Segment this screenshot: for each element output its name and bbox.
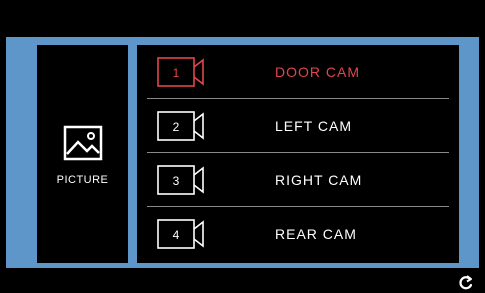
top-bar xyxy=(0,0,485,37)
camera-item-left[interactable]: 2 LEFT CAM xyxy=(147,99,449,153)
image-icon xyxy=(63,125,102,161)
svg-text:4: 4 xyxy=(173,228,180,242)
svg-text:3: 3 xyxy=(173,174,180,188)
camera-1-icon: 1 xyxy=(157,57,204,87)
camera-label: LEFT CAM xyxy=(275,118,352,134)
camera-4-icon: 4 xyxy=(157,219,204,249)
camera-list: 1 DOOR CAM 2 LEFT CAM 3 RIGHT CAM 4 REAR… xyxy=(137,45,459,263)
camera-2-icon: 2 xyxy=(157,111,204,141)
camera-label: DOOR CAM xyxy=(275,64,360,80)
refresh-icon[interactable] xyxy=(457,274,475,292)
camera-item-door[interactable]: 1 DOOR CAM xyxy=(147,45,449,99)
picture-label: PICTURE xyxy=(56,174,109,186)
camera-3-icon: 3 xyxy=(157,165,204,195)
camera-label: REAR CAM xyxy=(275,226,357,242)
bottom-bar xyxy=(0,268,485,293)
svg-text:2: 2 xyxy=(173,120,180,134)
camera-item-right[interactable]: 3 RIGHT CAM xyxy=(147,153,449,207)
picture-button[interactable]: PICTURE xyxy=(37,45,130,263)
svg-text:1: 1 xyxy=(173,66,180,80)
camera-item-rear[interactable]: 4 REAR CAM xyxy=(147,207,449,261)
camera-label: RIGHT CAM xyxy=(275,172,363,188)
